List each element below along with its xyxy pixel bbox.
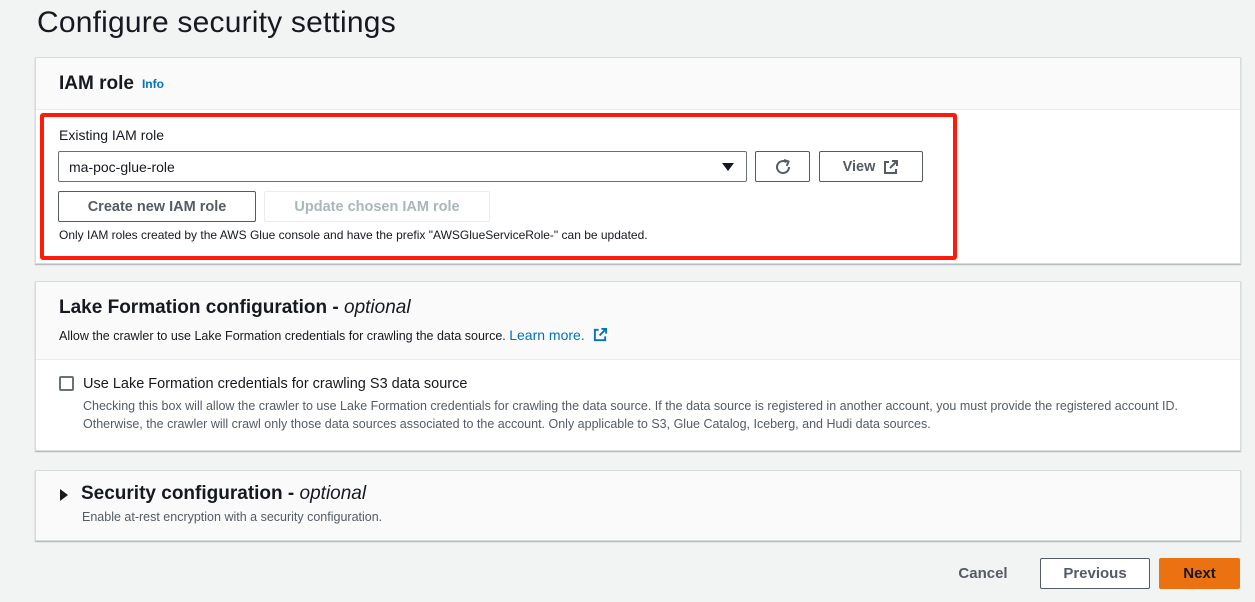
previous-button[interactable]: Previous [1040,558,1150,589]
lake-formation-checkbox-description: Checking this box will allow the crawler… [83,399,1179,431]
update-iam-role-button[interactable]: Update chosen IAM role [264,191,490,222]
learn-more-link[interactable]: Learn more. [509,327,607,343]
caret-down-icon [722,163,734,171]
security-configuration-title[interactable]: Security configuration - optional [81,483,366,505]
iam-role-hint: Only IAM roles created by the AWS Glue c… [59,228,648,242]
lake-formation-description: Allow the crawler to use Lake Formation … [59,327,608,343]
create-iam-role-button[interactable]: Create new IAM role [58,191,256,222]
lake-formation-checkbox-label[interactable]: Use Lake Formation credentials for crawl… [83,376,467,392]
iam-info-link[interactable]: Info [142,77,164,91]
lake-formation-title: Lake Formation configuration - optional [59,297,411,318]
cancel-button[interactable]: Cancel [940,558,1026,589]
external-link-icon [593,327,607,342]
view-label: View [842,158,876,175]
refresh-button[interactable] [755,151,810,182]
view-role-button[interactable]: View [819,151,923,182]
security-configuration-description: Enable at-rest encryption with a securit… [82,510,383,524]
next-button[interactable]: Next [1159,558,1240,589]
iam-role-selected-value: ma-poc-glue-role [69,158,175,175]
lake-formation-optional: optional [344,297,411,318]
refresh-icon [775,158,790,174]
expand-caret-icon[interactable] [60,489,68,501]
external-link-icon [884,159,899,174]
lake-formation-checkbox[interactable] [59,376,74,391]
iam-role-header: IAM role Info [36,58,1240,110]
page-title: Configure security settings [37,6,396,39]
security-configuration-panel[interactable] [35,470,1241,541]
existing-iam-role-label: Existing IAM role [59,127,165,143]
security-configuration-optional: optional [299,483,367,504]
iam-role-select[interactable]: ma-poc-glue-role [58,151,747,182]
lake-formation-header: Lake Formation configuration - optional … [36,282,1240,360]
iam-role-title: IAM role [59,72,134,94]
